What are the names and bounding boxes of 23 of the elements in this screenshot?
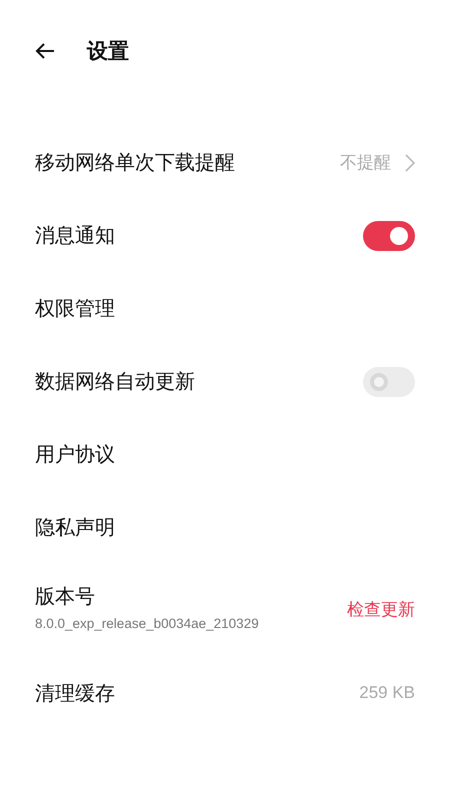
- settings-row[interactable]: 清理缓存 259 KB: [0, 650, 450, 736]
- settings-row[interactable]: 消息通知: [0, 199, 450, 272]
- chevron-icon: [405, 154, 415, 172]
- page-title: 设置: [87, 39, 129, 65]
- setting-label: 权限管理: [35, 297, 115, 322]
- setting-label: 用户协议: [35, 443, 115, 468]
- setting-label: 数据网络自动更新: [35, 370, 195, 395]
- setting-label: 隐私声明: [35, 516, 115, 541]
- toggle-switch[interactable]: [363, 220, 415, 250]
- version-number: 8.0.0_exp_release_b0034ae_210329: [35, 616, 259, 631]
- settings-row[interactable]: 隐私声明: [0, 491, 450, 564]
- setting-label: 消息通知: [35, 224, 115, 249]
- settings-row[interactable]: 版本号 8.0.0_exp_release_b0034ae_210329 检查更新: [0, 564, 450, 650]
- setting-label: 移动网络单次下载提醒: [35, 151, 235, 176]
- settings-row[interactable]: 移动网络单次下载提醒 不提醒: [0, 126, 450, 199]
- check-update-button[interactable]: 检查更新: [347, 598, 415, 620]
- settings-row[interactable]: 数据网络自动更新: [0, 345, 450, 418]
- setting-label: 版本号: [35, 585, 96, 610]
- cache-size: 259 KB: [359, 683, 415, 703]
- settings-row[interactable]: 用户协议: [0, 418, 450, 491]
- setting-label: 清理缓存: [35, 682, 115, 706]
- settings-row[interactable]: 权限管理: [0, 272, 450, 345]
- toggle-switch[interactable]: [363, 366, 415, 396]
